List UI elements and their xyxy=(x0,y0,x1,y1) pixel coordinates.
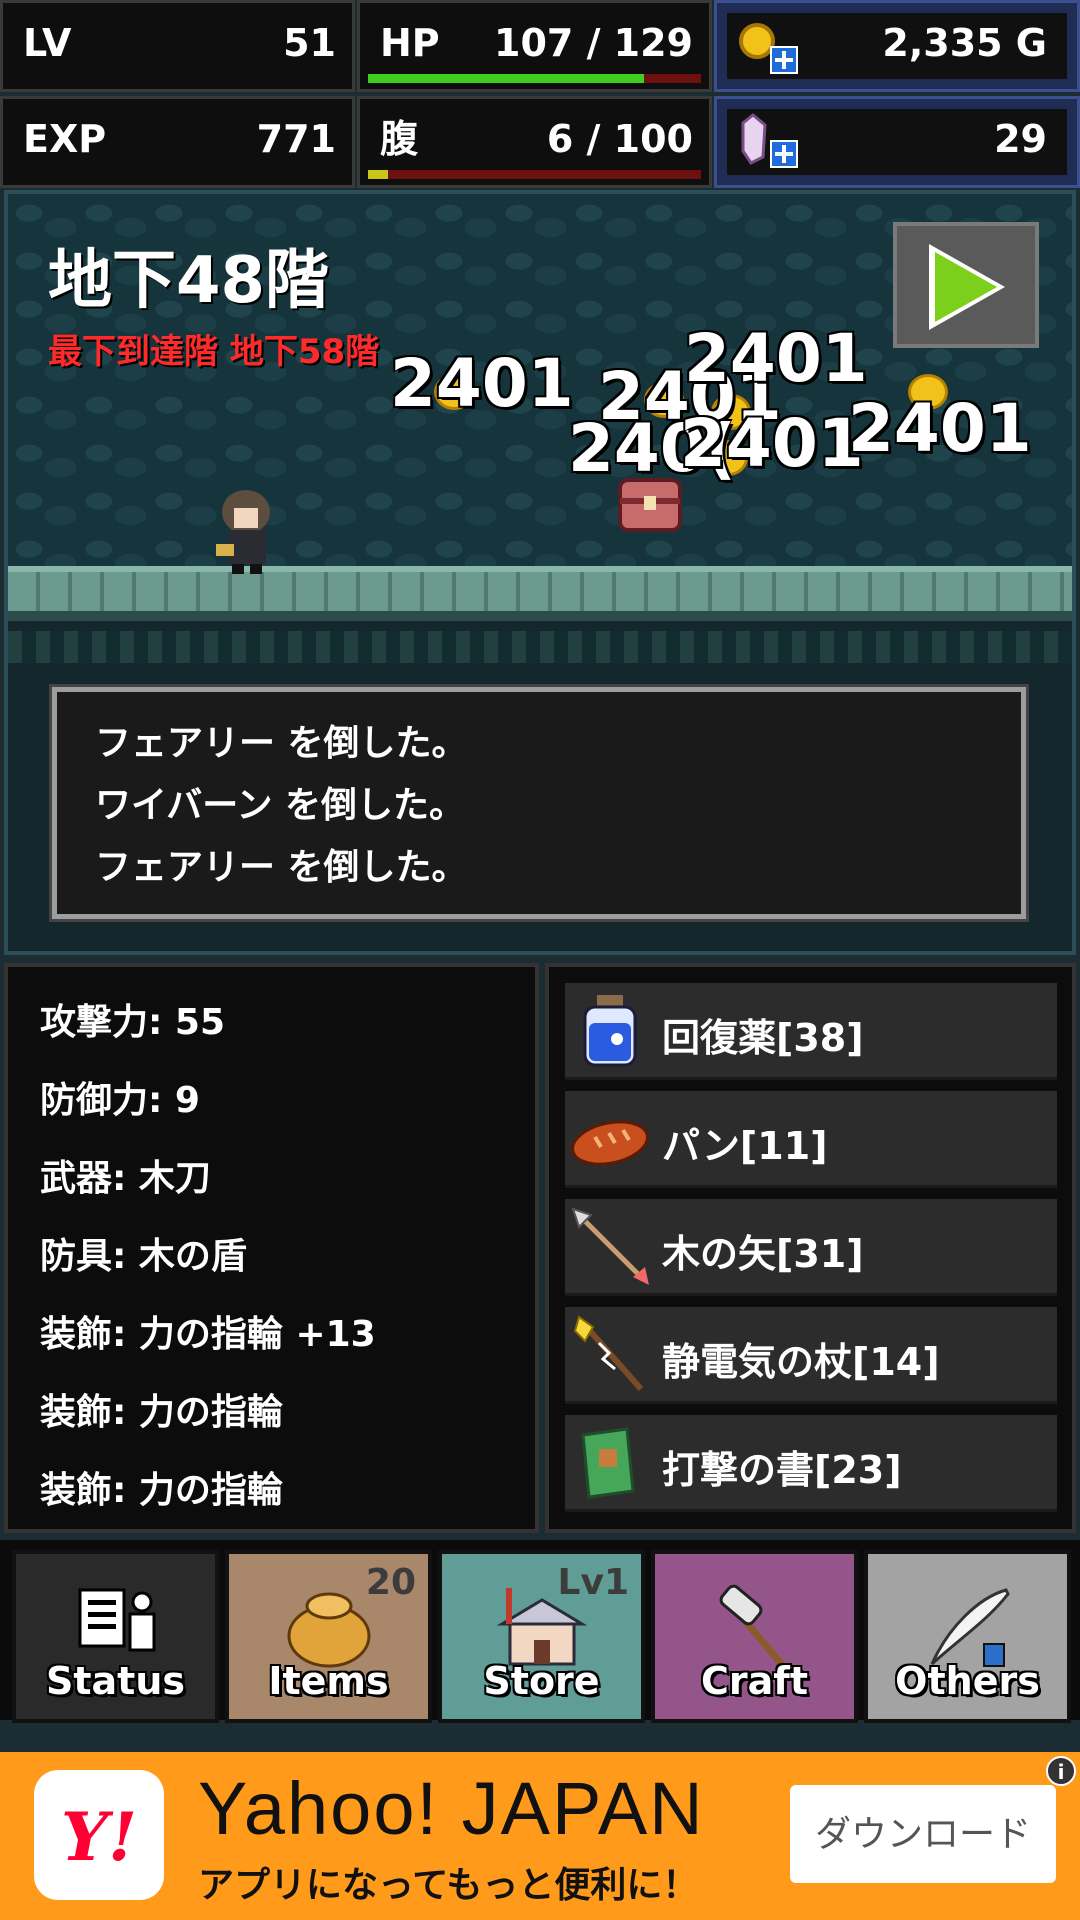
lv-panel: LV 51 xyxy=(0,0,355,92)
hunger-panel: 腹 6 / 100 xyxy=(357,96,712,188)
hp-bar-fill xyxy=(368,74,645,83)
defense-stat: 防御力: 9 xyxy=(40,1080,200,1121)
tab-label: Status xyxy=(45,1659,185,1703)
character-stats-panel: 攻撃力: 55 防御力: 9 武器: 木刀 防具: 木の盾 装飾: 力の指輪 +… xyxy=(4,963,539,1533)
accessory-stat: 装飾: 力の指輪 xyxy=(40,1392,283,1433)
player-sprite xyxy=(216,490,270,574)
bottom-nav: Status 20 Items Lv1 Store Craft Others xyxy=(0,1540,1080,1723)
staff-icon xyxy=(573,1315,644,1391)
tab-store[interactable]: Lv1 Store xyxy=(438,1550,645,1723)
hp-panel: HP 107 / 129 xyxy=(357,0,712,92)
item-name: 回復薬[38] xyxy=(662,1016,864,1060)
hunger-label: 腹 xyxy=(380,117,419,161)
tab-status[interactable]: Status xyxy=(12,1550,219,1723)
item-arrow[interactable]: 木の矢[31] xyxy=(565,1199,1057,1296)
tab-craft[interactable]: Craft xyxy=(651,1550,858,1723)
item-potion[interactable]: 回復薬[38] xyxy=(565,983,1057,1080)
hp-label: HP xyxy=(380,21,440,65)
potion-icon xyxy=(583,995,637,1067)
weapon-stat: 武器: 木刀 xyxy=(40,1158,211,1199)
item-name: 木の矢[31] xyxy=(662,1232,864,1276)
ad-title: Yahoo! JAPAN xyxy=(198,1767,705,1850)
bread-icon xyxy=(571,1120,649,1166)
book-icon xyxy=(581,1427,635,1499)
hunger-bar xyxy=(368,170,701,179)
play-button[interactable] xyxy=(893,222,1039,348)
exp-label: EXP xyxy=(23,117,107,161)
item-name: 静電気の杖[14] xyxy=(662,1340,940,1384)
damage-number: 2401 xyxy=(848,390,1032,467)
accessory-stat: 装飾: 力の指輪 xyxy=(40,1470,283,1511)
damage-number: 2401 xyxy=(684,320,868,397)
lv-value: 51 xyxy=(283,21,336,65)
hunger-value: 6 / 100 xyxy=(546,117,693,161)
item-bread[interactable]: パン[11] xyxy=(565,1091,1057,1188)
crystal-value: 29 xyxy=(994,117,1047,161)
item-book[interactable]: 打撃の書[23] xyxy=(565,1415,1057,1512)
tab-label: Craft xyxy=(701,1659,808,1703)
armor-stat: 防具: 木の盾 xyxy=(40,1236,247,1277)
gold-coin-add-icon xyxy=(739,23,798,74)
item-name: パン[11] xyxy=(662,1124,828,1168)
log-line: フェアリー を倒した。 xyxy=(95,723,468,764)
log-line: フェアリー を倒した。 xyxy=(95,847,468,888)
tab-others[interactable]: Others xyxy=(864,1550,1071,1723)
lv-label: LV xyxy=(23,21,72,65)
ad-banner[interactable]: Y! Yahoo! JAPAN アプリになってもっと便利に！ ダウンロード i xyxy=(0,1752,1080,1920)
log-line: ワイバーン を倒した。 xyxy=(95,785,466,826)
exp-value: 771 xyxy=(256,117,336,161)
yahoo-logo-text: Y! xyxy=(60,1798,138,1876)
attack-stat: 攻撃力: 55 xyxy=(40,1002,226,1043)
accessory-stat: 装飾: 力の指輪 +13 xyxy=(40,1314,376,1355)
exp-panel: EXP 771 xyxy=(0,96,355,188)
hp-bar xyxy=(368,74,701,83)
tab-items[interactable]: 20 Items xyxy=(225,1550,432,1723)
deepest-floor-label: 最下到達階 地下58階 xyxy=(48,332,380,372)
crystal-panel[interactable]: 29 xyxy=(714,96,1080,188)
ad-info-icon[interactable]: i xyxy=(1046,1756,1076,1786)
download-button[interactable]: ダウンロード xyxy=(790,1785,1056,1883)
arrow-icon xyxy=(571,1207,649,1285)
tab-label: Others xyxy=(895,1659,1040,1703)
item-name: 打撃の書[23] xyxy=(662,1448,902,1492)
yahoo-app-icon: Y! xyxy=(34,1770,164,1900)
gold-value: 2,335 G xyxy=(882,21,1047,65)
gold-panel[interactable]: 2,335 G xyxy=(714,0,1080,92)
play-icon xyxy=(929,244,1005,330)
battle-log: フェアリー を倒した。 ワイバーン を倒した。 フェアリー を倒した。 xyxy=(49,684,1029,922)
damage-number: 2401 xyxy=(680,405,864,482)
floor-name: 地下48階 xyxy=(48,244,330,318)
hunger-bar-fill xyxy=(368,170,388,179)
dungeon-floor xyxy=(8,566,1072,621)
hp-value: 107 / 129 xyxy=(494,21,693,65)
item-staff[interactable]: 静電気の杖[14] xyxy=(565,1307,1057,1404)
tab-label: Store xyxy=(483,1659,600,1703)
damage-number: 2401 xyxy=(390,345,574,422)
crystal-add-icon xyxy=(741,113,798,168)
ad-subtitle: アプリになってもっと便利に！ xyxy=(198,1865,699,1906)
tab-label: Items xyxy=(268,1659,389,1703)
quick-items-panel: 回復薬[38] パン[11] 木の矢[31] 静電気の杖[14] 打撃の書[23… xyxy=(545,963,1076,1533)
